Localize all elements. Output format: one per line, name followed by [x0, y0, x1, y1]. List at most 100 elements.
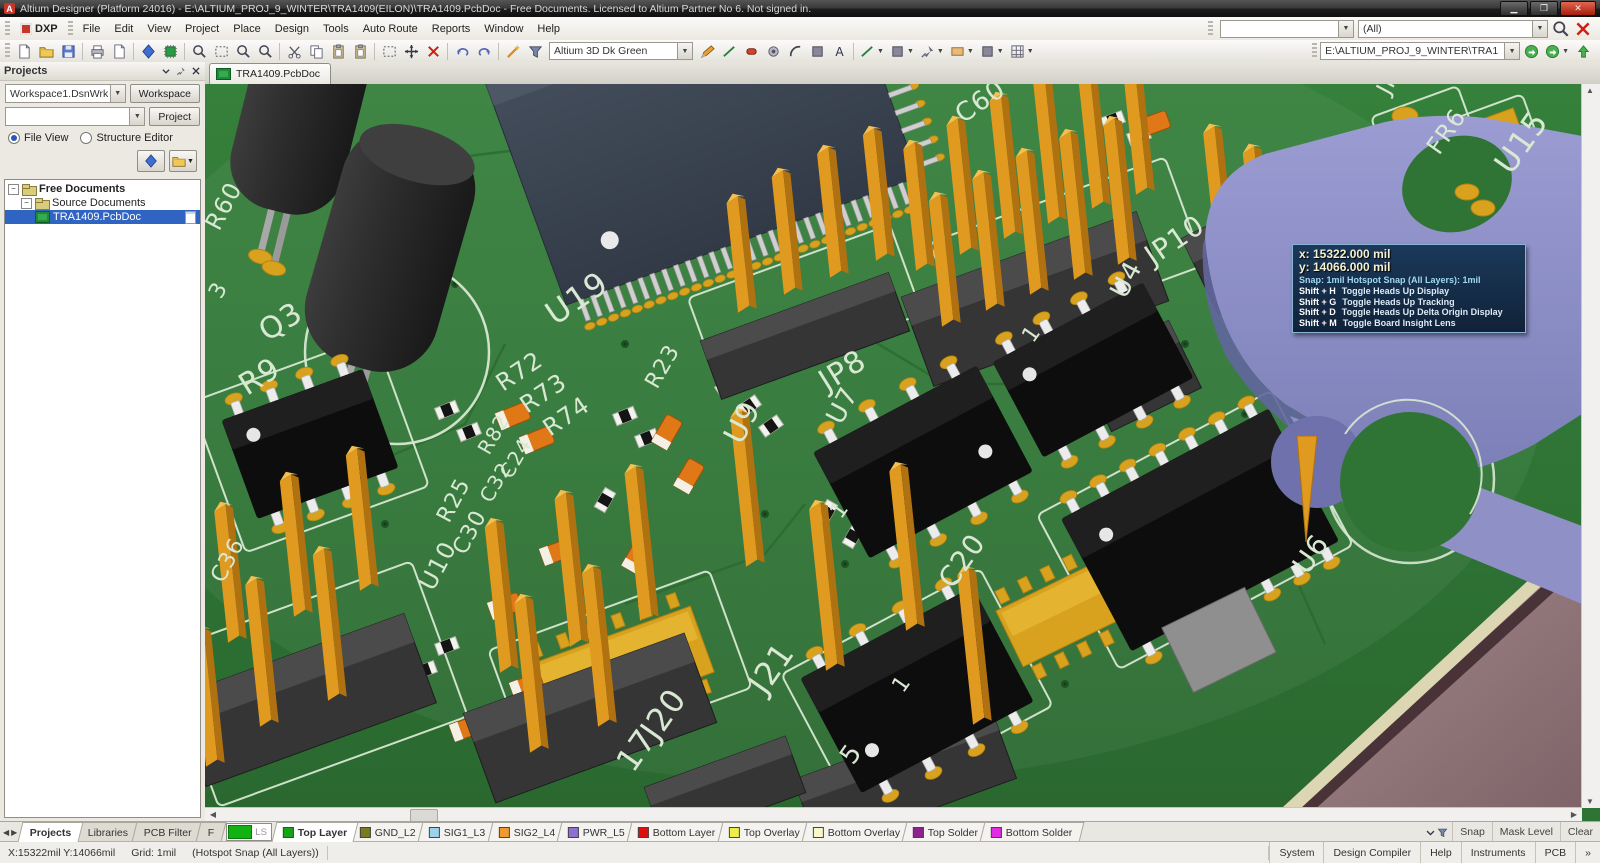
menu-design[interactable]: Design: [268, 20, 316, 38]
panel-menu-chevron-icon[interactable]: [161, 66, 171, 76]
menu-tools[interactable]: Tools: [316, 20, 356, 38]
tree-node-pcbdoc[interactable]: TRA1409.PcbDoc: [5, 210, 200, 224]
layer-tab-sig2-l4[interactable]: SIG2_L4: [487, 822, 566, 842]
place-arc-button[interactable]: [784, 41, 806, 62]
move-button[interactable]: [400, 41, 422, 62]
tree-node-free-documents[interactable]: − Free Documents: [5, 182, 200, 196]
open-project-button[interactable]: ▼: [169, 150, 197, 172]
copy-button[interactable]: [305, 41, 327, 62]
interactive-route-button[interactable]: [718, 41, 740, 62]
menu-project[interactable]: Project: [178, 20, 226, 38]
redo-button[interactable]: [473, 41, 495, 62]
scroll-right-arrow[interactable]: ▶: [1566, 808, 1582, 820]
layer-tab-top-solder[interactable]: Top Solder: [901, 822, 989, 842]
up-button[interactable]: [1572, 41, 1594, 62]
menu-place[interactable]: Place: [226, 20, 268, 38]
filter-toolbar-grip[interactable]: [1208, 21, 1213, 37]
place-via-button[interactable]: [762, 41, 784, 62]
layer-set-indicator[interactable]: LS: [226, 823, 272, 841]
workspace-select[interactable]: Workspace1.DsnWrk▼: [5, 84, 126, 103]
menu-grip[interactable]: [68, 21, 73, 37]
navigation-toolbar-grip[interactable]: [1312, 43, 1317, 59]
panel-close-icon[interactable]: [191, 66, 201, 76]
zoom-filter-button[interactable]: [254, 41, 276, 62]
apply-filter-button[interactable]: [1552, 20, 1570, 38]
layer-sort-icon[interactable]: [1425, 827, 1436, 838]
panel-pin-icon[interactable]: [176, 66, 186, 76]
scroll-left-arrow[interactable]: ◀: [205, 808, 221, 820]
layer-tab-bottom-layer[interactable]: Bottom Layer: [627, 822, 727, 842]
place-component-dropdown[interactable]: ▼: [887, 41, 917, 62]
collapse-icon[interactable]: −: [8, 184, 19, 195]
place-pad-button[interactable]: [740, 41, 762, 62]
save-button[interactable]: [57, 41, 79, 62]
status-menu-pcb[interactable]: PCB: [1535, 842, 1576, 863]
place-line-dropdown[interactable]: ▼: [857, 41, 887, 62]
pour-dropdown[interactable]: ▼: [977, 41, 1007, 62]
tree-node-source-documents[interactable]: − Source Documents: [5, 196, 200, 210]
back-dropdown[interactable]: ▼: [1542, 41, 1572, 62]
panel-tab-projects[interactable]: Projects: [18, 822, 84, 842]
status-menu-design-compiler[interactable]: Design Compiler: [1323, 842, 1420, 863]
menu-file[interactable]: File: [76, 20, 108, 38]
status-menu-more[interactable]: »: [1575, 842, 1600, 863]
panel-tab-libraries[interactable]: Libraries: [75, 822, 140, 842]
layer-tab-pwr-l5[interactable]: PWR_L5: [557, 822, 637, 842]
menu-edit[interactable]: Edit: [107, 20, 140, 38]
filter-scope-select[interactable]: ▼: [1220, 20, 1354, 38]
scroll-down-arrow[interactable]: ▼: [1582, 795, 1598, 808]
project-button[interactable]: Project: [149, 107, 200, 126]
zoom-area-button[interactable]: [210, 41, 232, 62]
print-button[interactable]: [86, 41, 108, 62]
collapse-icon[interactable]: −: [21, 198, 32, 209]
workspace-button[interactable]: Workspace: [130, 84, 200, 103]
pcb-3d-view[interactable]: C60R603Q3R9U19R72R73R74R82C24C32R23U9JP8…: [205, 84, 1582, 808]
cut-button[interactable]: [283, 41, 305, 62]
layer-tab-gnd-l2[interactable]: GND_L2: [349, 822, 428, 842]
show-board-button[interactable]: [159, 41, 181, 62]
view-configuration-select[interactable]: Altium 3D Dk Green▼: [549, 42, 693, 60]
panel-tab-pcb-filter[interactable]: PCB Filter: [132, 822, 205, 842]
paste-button[interactable]: [327, 41, 349, 62]
new-document-button[interactable]: [13, 41, 35, 62]
forward-button[interactable]: [1520, 41, 1542, 62]
filter-expression-select[interactable]: (All)▼: [1358, 20, 1548, 38]
open-vault-button[interactable]: [137, 41, 159, 62]
panel-tabs-right-arrow[interactable]: ▶: [11, 828, 17, 837]
place-polygon-dropdown[interactable]: ▼: [917, 41, 947, 62]
place-string-button[interactable]: [828, 41, 850, 62]
dxp-menu[interactable]: DXP: [13, 20, 65, 38]
zoom-document-button[interactable]: [188, 41, 210, 62]
menu-view[interactable]: View: [140, 20, 178, 38]
menu-auto-route[interactable]: Auto Route: [356, 20, 425, 38]
snap-button[interactable]: Snap: [1452, 822, 1492, 842]
status-menu-instruments[interactable]: Instruments: [1461, 842, 1535, 863]
status-menu-system[interactable]: System: [1269, 842, 1323, 863]
clear-selection-button[interactable]: [422, 41, 444, 62]
grid-dropdown[interactable]: ▼: [1007, 41, 1037, 62]
place-line-button[interactable]: [696, 41, 718, 62]
zoom-selected-button[interactable]: [232, 41, 254, 62]
place-room-dropdown[interactable]: ▼: [947, 41, 977, 62]
menu-reports[interactable]: Reports: [425, 20, 478, 38]
horizontal-scrollbar[interactable]: ◀ ▶: [205, 807, 1582, 822]
project-select[interactable]: ▼: [5, 107, 145, 126]
undo-button[interactable]: [451, 41, 473, 62]
toolbar-grip[interactable]: [5, 21, 10, 37]
menu-help[interactable]: Help: [530, 20, 567, 38]
layer-tab-bottom-overlay[interactable]: Bottom Overlay: [801, 822, 911, 842]
scroll-up-arrow[interactable]: ▲: [1582, 84, 1598, 97]
layer-tab-top-overlay[interactable]: Top Overlay: [717, 822, 811, 842]
standard-toolbar-grip[interactable]: [5, 43, 10, 59]
smart-wand-button[interactable]: [502, 41, 524, 62]
status-menu-help[interactable]: Help: [1420, 842, 1461, 863]
select-area-button[interactable]: [378, 41, 400, 62]
layer-tab-bottom-solder[interactable]: Bottom Solder: [980, 822, 1085, 842]
layer-tab-sig1-l3[interactable]: SIG1_L3: [418, 822, 497, 842]
mask-level-button[interactable]: Mask Level: [1492, 822, 1560, 842]
file-view-radio[interactable]: File View: [8, 132, 68, 144]
print-preview-button[interactable]: [108, 41, 130, 62]
document-path-select[interactable]: E:\ALTIUM_PROJ_9_WINTER\TRA1▼: [1320, 42, 1520, 60]
filter-mask-button[interactable]: [524, 41, 546, 62]
layer-tab-top-layer[interactable]: Top Layer: [271, 822, 358, 842]
